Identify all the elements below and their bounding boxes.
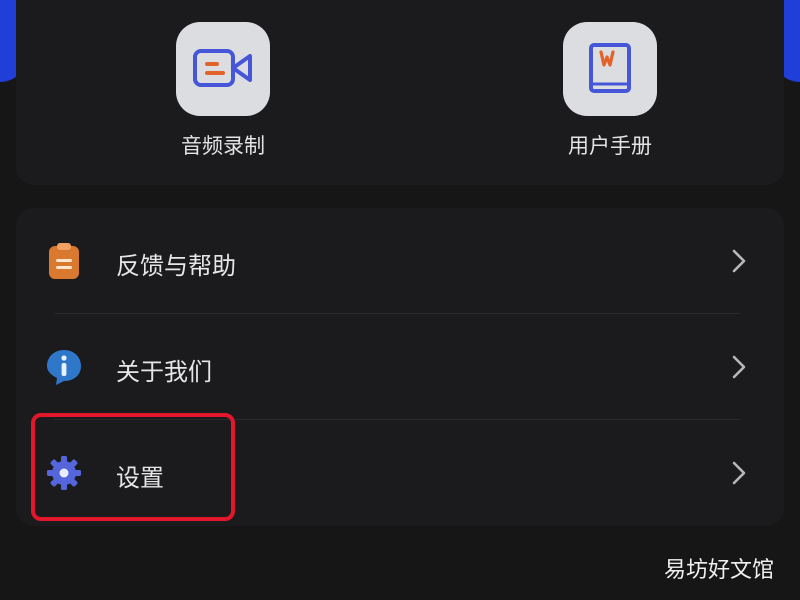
chevron-right-icon xyxy=(732,355,746,379)
clipboard-icon xyxy=(49,243,79,279)
info-icon xyxy=(47,350,81,385)
tool-audio-recording[interactable]: 音频录制 xyxy=(123,22,323,160)
tool-tile[interactable] xyxy=(563,22,657,116)
video-camera-icon xyxy=(193,49,252,87)
tool-user-manual[interactable]: 用户手册 xyxy=(510,22,710,160)
menu-item-about-us[interactable]: 关于我们 xyxy=(16,314,784,420)
tool-tile[interactable] xyxy=(176,22,270,116)
tools-card: 音频录制 用户手册 xyxy=(16,0,784,185)
tool-label: 用户手册 xyxy=(568,134,652,158)
watermark: 易坊好文馆 xyxy=(663,558,774,583)
menu-item-feedback-help[interactable]: 反馈与帮助 xyxy=(16,208,784,314)
settings-highlight-annotation xyxy=(31,413,235,521)
chevron-right-icon xyxy=(732,461,746,485)
menu-item-label: 关于我们 xyxy=(116,358,212,386)
book-icon xyxy=(589,43,631,93)
tool-label: 音频录制 xyxy=(181,134,265,158)
chevron-right-icon xyxy=(732,249,746,273)
menu-item-label: 反馈与帮助 xyxy=(116,252,236,280)
